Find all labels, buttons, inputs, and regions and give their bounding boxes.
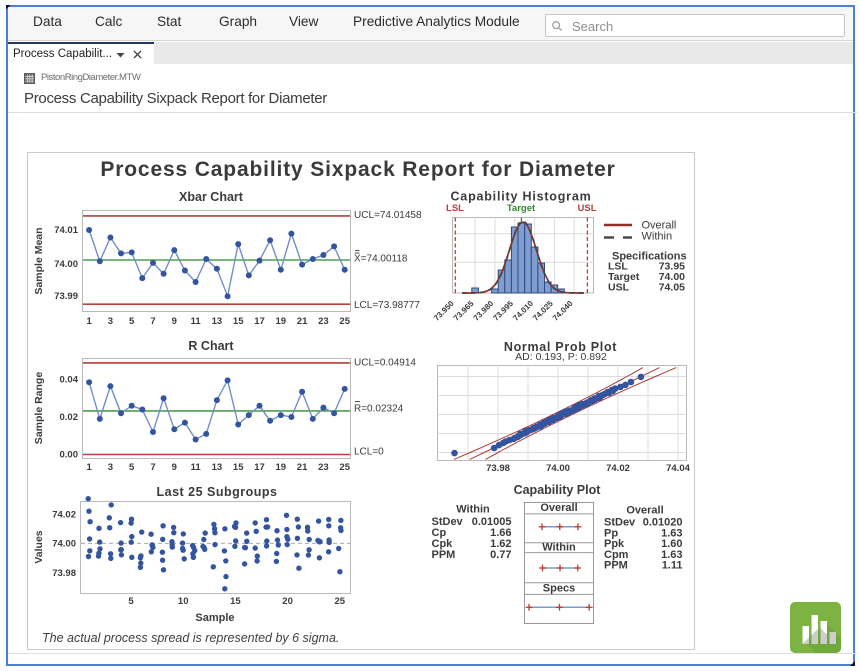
svg-text:73.98: 73.98	[486, 463, 510, 474]
svg-text:UCL=0.04914: UCL=0.04914	[354, 358, 416, 369]
svg-text:73.980: 73.980	[472, 299, 496, 323]
svg-text:73.950: 73.950	[432, 299, 456, 323]
svg-text:Values: Values	[33, 530, 45, 563]
svg-text:21: 21	[297, 316, 308, 327]
svg-text:11: 11	[191, 462, 202, 473]
svg-text:74.010: 74.010	[511, 299, 535, 323]
svg-text:R Chart: R Chart	[188, 339, 234, 353]
svg-text:Within: Within	[456, 503, 490, 515]
svg-text:3: 3	[108, 462, 113, 473]
svg-text:Within: Within	[542, 542, 576, 554]
svg-text:17: 17	[254, 316, 265, 327]
svg-text:23: 23	[318, 462, 329, 473]
svg-text:74.040: 74.040	[551, 299, 575, 323]
svg-text:73.98: 73.98	[52, 568, 76, 579]
svg-text:23: 23	[318, 316, 329, 327]
svg-text:Specs: Specs	[543, 583, 575, 595]
svg-text:73.99: 73.99	[54, 291, 78, 302]
svg-text:USL: USL	[578, 203, 597, 214]
svg-text:1: 1	[86, 462, 92, 473]
svg-text:LCL=73.98777: LCL=73.98777	[354, 300, 420, 311]
svg-text:Sample: Sample	[195, 612, 234, 624]
svg-text:15: 15	[230, 596, 241, 607]
svg-text:Capability Plot: Capability Plot	[514, 483, 602, 497]
svg-text:X=74.00118: X=74.00118	[354, 254, 408, 265]
svg-text:13: 13	[212, 316, 223, 327]
svg-text:Sample Mean: Sample Mean	[33, 227, 45, 294]
svg-text:1: 1	[86, 316, 92, 327]
svg-text:PPM: PPM	[604, 560, 628, 572]
svg-text:5: 5	[129, 316, 135, 327]
svg-text:7: 7	[150, 316, 155, 327]
svg-text:9: 9	[172, 316, 177, 327]
svg-text:The actual process spread is r: The actual process spread is represented…	[42, 631, 339, 645]
svg-text:73.995: 73.995	[491, 299, 515, 323]
svg-text:73.965: 73.965	[452, 299, 476, 323]
svg-text:25: 25	[339, 462, 350, 473]
svg-text:Last 25 Subgroups: Last 25 Subgroups	[156, 485, 277, 499]
svg-text:LCL=0: LCL=0	[354, 447, 384, 458]
svg-text:0.00: 0.00	[60, 450, 79, 461]
svg-text:74.02: 74.02	[606, 463, 630, 474]
svg-text:3: 3	[108, 316, 113, 327]
svg-text:Capability Histogram: Capability Histogram	[450, 190, 591, 204]
svg-text:19: 19	[276, 316, 287, 327]
svg-text:25: 25	[335, 596, 346, 607]
svg-text:0.77: 0.77	[490, 549, 511, 561]
svg-text:20: 20	[282, 596, 293, 607]
svg-text:0.04: 0.04	[60, 375, 79, 386]
svg-text:UCL=74.01458: UCL=74.01458	[354, 210, 422, 221]
svg-text:74.00: 74.00	[54, 259, 78, 270]
svg-text:9: 9	[172, 462, 177, 473]
svg-text:Process Capability Sixpack Rep: Process Capability Sixpack Report for Di…	[100, 158, 615, 181]
svg-text:0.02: 0.02	[60, 412, 79, 423]
svg-text:Within: Within	[642, 231, 673, 243]
svg-text:74.01: 74.01	[54, 225, 78, 236]
svg-text:1.11: 1.11	[662, 560, 683, 572]
svg-text:19: 19	[276, 462, 287, 473]
svg-text:21: 21	[297, 462, 308, 473]
svg-text:Xbar Chart: Xbar Chart	[179, 190, 244, 204]
svg-text:PPM: PPM	[432, 549, 456, 561]
svg-text:Sample Range: Sample Range	[33, 372, 45, 445]
svg-text:74.05: 74.05	[659, 282, 685, 294]
svg-text:15: 15	[233, 316, 244, 327]
svg-text:74.04: 74.04	[666, 463, 690, 474]
svg-text:Target: Target	[507, 203, 536, 214]
svg-text:25: 25	[339, 316, 350, 327]
svg-text:USL: USL	[608, 282, 630, 294]
svg-text:11: 11	[191, 316, 202, 327]
svg-text:5: 5	[129, 462, 135, 473]
svg-text:74.02: 74.02	[52, 509, 76, 520]
svg-text:AD: 0.193, P: 0.892: AD: 0.193, P: 0.892	[515, 351, 607, 363]
svg-text:5: 5	[128, 596, 134, 607]
svg-text:15: 15	[233, 462, 244, 473]
svg-text:Overall: Overall	[626, 505, 663, 517]
svg-text:17: 17	[254, 462, 265, 473]
svg-text:R=0.02324: R=0.02324	[354, 404, 404, 415]
svg-text:13: 13	[212, 462, 223, 473]
svg-text:74.00: 74.00	[52, 539, 76, 550]
svg-text:7: 7	[150, 462, 155, 473]
svg-text:10: 10	[178, 596, 189, 607]
svg-text:Overall: Overall	[540, 502, 577, 514]
svg-text:LSL: LSL	[446, 203, 464, 214]
svg-text:74.025: 74.025	[531, 299, 555, 323]
svg-text:74.00: 74.00	[546, 463, 570, 474]
